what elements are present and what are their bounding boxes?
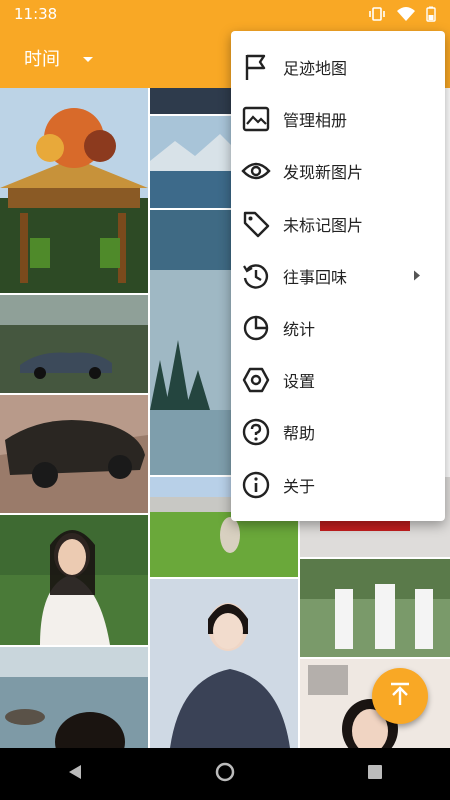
app-bar-title: 时间 — [24, 49, 60, 70]
photo-misty-forest[interactable] — [150, 210, 232, 475]
arrow-up-icon — [387, 681, 413, 711]
back-button[interactable] — [55, 754, 95, 794]
info-icon — [241, 470, 271, 500]
menu-item-discover-new[interactable]: 发现新图片 — [231, 145, 445, 197]
recents-icon — [367, 764, 383, 784]
menu-item-manage-albums[interactable]: 管理相册 — [231, 93, 445, 145]
menu-item-label: 统计 — [283, 320, 316, 340]
home-button[interactable] — [205, 754, 245, 794]
wifi-icon — [396, 6, 416, 22]
tag-icon — [241, 209, 271, 239]
photo-bb-banner[interactable] — [150, 88, 232, 114]
menu-item-memories[interactable]: 往事回味 — [231, 250, 445, 302]
photo-students[interactable] — [300, 559, 450, 657]
menu-item-statistics[interactable]: 统计 — [231, 302, 445, 354]
settings-icon — [241, 365, 271, 395]
menu-item-label: 往事回味 — [283, 267, 348, 287]
menu-item-label: 关于 — [283, 476, 316, 496]
pie-chart-icon — [241, 313, 271, 343]
menu-item-label: 帮助 — [283, 424, 316, 444]
help-icon — [241, 417, 271, 447]
flag-icon — [241, 52, 271, 82]
back-icon — [66, 763, 84, 785]
menu-item-label: 设置 — [283, 372, 316, 392]
menu-item-about[interactable]: 关于 — [231, 459, 445, 511]
home-icon — [215, 762, 235, 786]
photo-supercar[interactable] — [0, 395, 148, 513]
dropdown-arrow-icon — [82, 49, 94, 68]
status-time: 11:38 — [14, 5, 58, 23]
menu-item-label: 发现新图片 — [283, 163, 364, 183]
menu-item-help[interactable]: 帮助 — [231, 406, 445, 458]
overflow-menu: 足迹地图 管理相册 发现新图片 未标记图片 往事回味 统计 设置 帮助 关于 — [231, 31, 445, 521]
battery-icon — [426, 6, 436, 22]
photo-mountain-lake[interactable] — [150, 116, 232, 208]
time-filter-dropdown[interactable]: 时间 — [24, 45, 94, 71]
photo-car-lake[interactable] — [0, 295, 148, 393]
image-icon — [241, 104, 271, 134]
menu-item-settings[interactable]: 设置 — [231, 354, 445, 406]
photo-woman-gown[interactable] — [150, 579, 298, 748]
menu-item-label: 管理相册 — [283, 111, 348, 131]
scroll-to-top-button[interactable] — [372, 668, 428, 724]
vibrate-icon — [368, 6, 386, 22]
eye-icon — [241, 156, 271, 186]
status-bar: 11:38 — [0, 0, 450, 28]
menu-item-label: 未标记图片 — [283, 215, 364, 235]
menu-item-label: 足迹地图 — [283, 59, 348, 79]
photo-sea-rocks[interactable] — [0, 647, 148, 748]
menu-item-footprint-map[interactable]: 足迹地图 — [231, 41, 445, 93]
menu-item-untagged[interactable]: 未标记图片 — [231, 198, 445, 250]
photo-woman-white[interactable] — [0, 515, 148, 645]
system-nav-bar — [0, 748, 450, 800]
photo-food-court[interactable] — [0, 88, 148, 293]
recents-button[interactable] — [355, 754, 395, 794]
submenu-arrow-icon — [413, 266, 421, 285]
history-icon — [241, 261, 271, 291]
